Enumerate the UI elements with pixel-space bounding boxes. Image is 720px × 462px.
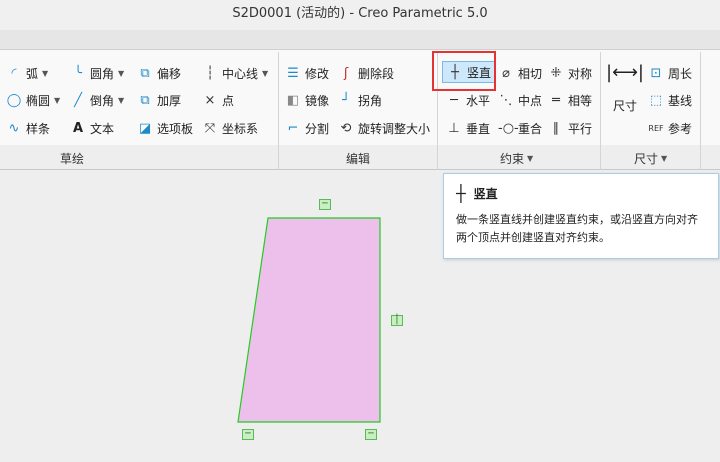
trapezoid-sketch[interactable]	[237, 217, 381, 423]
tooltip-title: 竖直	[473, 187, 498, 201]
tooltip: ┼ 竖直 做一条竖直线并创建竖直约束，或沿竖直方向对齐两个顶点并创建竖直对齐约束。	[443, 173, 719, 259]
vertical-icon: ┼	[456, 184, 466, 203]
vertical-constraint-marker[interactable]: │	[391, 315, 403, 326]
tooltip-body: 做一条竖直线并创建竖直约束，或沿竖直方向对齐两个顶点并创建竖直对齐约束。	[456, 213, 698, 244]
horizontal-constraint-marker[interactable]: ─	[365, 429, 377, 440]
horizontal-constraint-marker[interactable]: ─	[319, 199, 331, 210]
horizontal-constraint-marker[interactable]: ─	[242, 429, 254, 440]
